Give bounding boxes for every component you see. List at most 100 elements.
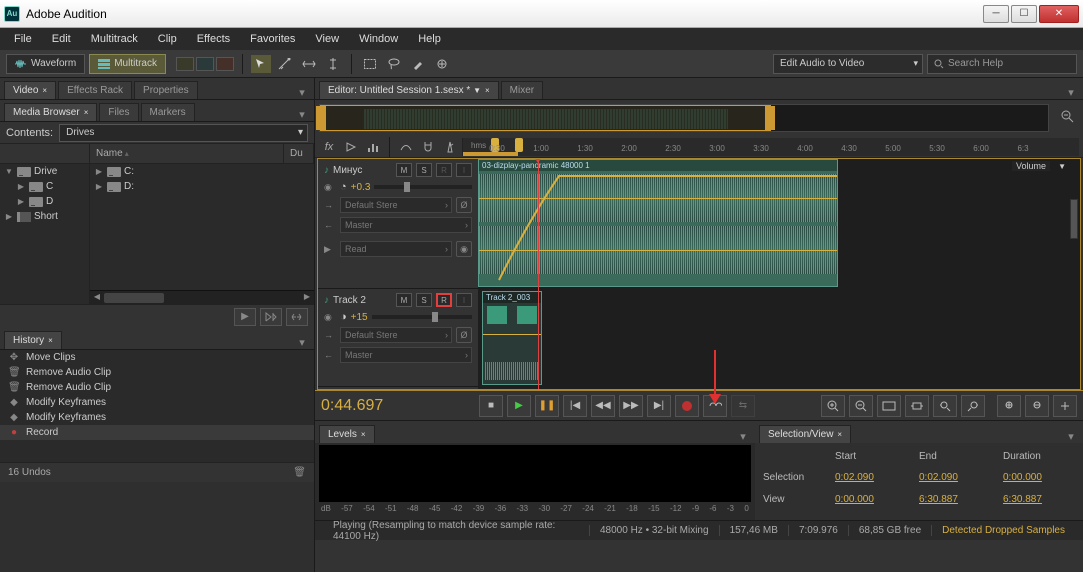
pan-knob-icon[interactable]: ◑	[340, 311, 347, 323]
contents-dropdown[interactable]: Drives	[59, 124, 308, 142]
mute-button[interactable]: M	[396, 163, 412, 177]
selection-end-value[interactable]: 0:02.090	[919, 472, 991, 483]
tree-row-drives[interactable]: ▼Drive	[0, 164, 89, 179]
tab-selection-view[interactable]: Selection/View×	[759, 425, 851, 443]
sends-toggle-icon[interactable]	[341, 138, 361, 156]
preview-play-button[interactable]: ▶	[234, 308, 256, 326]
panel-menu-icon[interactable]: ▾	[294, 336, 310, 349]
metronome-icon[interactable]	[440, 138, 460, 156]
track-input-dropdown[interactable]: Default Stere	[340, 327, 452, 343]
tab-video[interactable]: Video×	[4, 81, 56, 99]
tree-row-c[interactable]: ▶C	[0, 179, 89, 194]
tree-row-d-drive[interactable]: ▶D:	[90, 179, 314, 194]
zoom-in-amplitude-button[interactable]	[997, 395, 1021, 417]
time-ruler[interactable]: hms 0:30 1:00 1:30 2:00 2:30 3:00 3:30 4…	[462, 138, 1079, 156]
scroll-left-icon[interactable]: ◀	[91, 292, 103, 304]
phase-invert-button[interactable]: Ø	[456, 197, 472, 213]
timecode-display[interactable]: 0:44.697	[321, 397, 431, 415]
menu-edit[interactable]: Edit	[44, 31, 79, 47]
tab-properties[interactable]: Properties	[134, 81, 198, 99]
zoom-out-point-button[interactable]	[961, 395, 985, 417]
overview-visible-range[interactable]	[320, 105, 771, 131]
panel-menu-icon[interactable]: ▾	[294, 86, 310, 99]
history-item[interactable]: ◆Modify Keyframes	[0, 410, 314, 425]
track-name[interactable]: Track 2	[333, 295, 392, 306]
mute-button[interactable]: M	[396, 293, 412, 307]
chevron-down-icon[interactable]: ▼	[1058, 162, 1066, 171]
tab-files[interactable]: Files	[99, 103, 138, 121]
menu-help[interactable]: Help	[410, 31, 449, 47]
view-end-value[interactable]: 6:30.887	[919, 494, 991, 505]
zoom-reset-icon[interactable]	[1059, 108, 1077, 126]
scroll-right-icon[interactable]: ▶	[301, 292, 313, 304]
multitrack-mode-button[interactable]: Multitrack	[89, 54, 166, 74]
tab-editor[interactable]: Editor: Untitled Session 1.sesx * ▼×	[319, 81, 499, 99]
status-dropped-warning[interactable]: Detected Dropped Samples	[931, 525, 1075, 536]
panel-menu-icon[interactable]: ▾	[294, 108, 310, 121]
auto-play-button[interactable]	[260, 308, 282, 326]
tab-history[interactable]: History×	[4, 331, 62, 349]
marquee-tool-icon[interactable]	[360, 55, 380, 73]
tab-media-browser[interactable]: Media Browser×	[4, 103, 97, 121]
playhead[interactable]	[538, 159, 539, 389]
history-item-current[interactable]: ●Record	[0, 425, 314, 440]
window-maximize-button[interactable]: ☐	[1011, 5, 1037, 23]
stop-button[interactable]: ■	[479, 395, 503, 417]
window-minimize-button[interactable]: ─	[983, 5, 1009, 23]
view-start-value[interactable]: 0:00.000	[835, 494, 907, 505]
history-item[interactable]: 🗑Remove Audio Clip	[0, 380, 314, 395]
fx-toggle-icon[interactable]: fx	[319, 138, 339, 156]
panel-menu-icon[interactable]: ▾	[1063, 430, 1079, 443]
razor-tool-icon[interactable]	[275, 55, 295, 73]
workspace-swatch-1[interactable]	[176, 57, 194, 71]
slip-tool-icon[interactable]	[299, 55, 319, 73]
go-to-start-button[interactable]: |◀	[563, 395, 587, 417]
selection-duration-value[interactable]: 0:00.000	[1003, 472, 1075, 483]
panel-menu-icon[interactable]: ▾	[1063, 86, 1079, 99]
envelope-icon[interactable]	[396, 138, 416, 156]
loop-preview-button[interactable]	[286, 308, 308, 326]
history-item[interactable]: ✥Move Clips	[0, 350, 314, 365]
audio-clip-1[interactable]: 03-dizplay-panoramic 48000 1	[478, 159, 838, 287]
close-icon[interactable]: ×	[837, 430, 842, 439]
column-name[interactable]: Name▴	[90, 144, 284, 163]
trash-icon[interactable]: 🗑	[293, 467, 306, 478]
tree-row-d[interactable]: ▶D	[0, 194, 89, 209]
pan-knob-icon[interactable]: ◔	[340, 181, 347, 193]
track-input-dropdown[interactable]: Default Stere	[340, 197, 452, 213]
loop-button[interactable]	[703, 395, 727, 417]
track-gain-value[interactable]: +0.3	[351, 182, 371, 193]
spot-heal-tool-icon[interactable]	[432, 55, 452, 73]
track-content-area[interactable]: Volume ▼ 03-dizplay-panoramic 48000 1 Tr…	[478, 159, 1080, 389]
move-tool-icon[interactable]	[251, 55, 271, 73]
view-duration-value[interactable]: 6:30.887	[1003, 494, 1075, 505]
panel-menu-icon[interactable]: ▾	[735, 430, 751, 443]
track-header-1[interactable]: ♪ Минус M S R I ◉ ◔ +0.3 →Default StereØ	[318, 159, 478, 289]
scrollbar-thumb[interactable]	[104, 293, 164, 303]
volume-envelope-label[interactable]: Volume	[1012, 161, 1050, 171]
menu-effects[interactable]: Effects	[189, 31, 238, 47]
arm-record-button[interactable]: R	[436, 163, 452, 177]
tree-row-c-drive[interactable]: ▶C:	[90, 164, 314, 179]
workspace-swatch-2[interactable]	[196, 57, 214, 71]
track-output-dropdown[interactable]: Master	[340, 217, 472, 233]
brush-tool-icon[interactable]	[408, 55, 428, 73]
close-icon[interactable]: ×	[48, 336, 53, 345]
snap-icon[interactable]	[418, 138, 438, 156]
play-button[interactable]: ▶	[507, 395, 531, 417]
record-button[interactable]	[675, 395, 699, 417]
go-to-end-button[interactable]: ▶|	[647, 395, 671, 417]
zoom-out-amplitude-button[interactable]	[1025, 395, 1049, 417]
column-duration[interactable]: Du	[284, 144, 314, 163]
zoom-selection-button[interactable]	[905, 395, 929, 417]
skip-selection-button[interactable]: ⇆	[731, 395, 755, 417]
in-point-marker-icon[interactable]	[515, 138, 523, 152]
zoom-in-point-button[interactable]	[933, 395, 957, 417]
close-icon[interactable]: ×	[42, 86, 47, 95]
waveform-mode-button[interactable]: Waveform	[6, 54, 85, 74]
horizontal-scrollbar[interactable]: ◀ ▶	[90, 290, 314, 304]
monitor-input-button[interactable]: I	[456, 293, 472, 307]
monitor-input-button[interactable]: I	[456, 163, 472, 177]
track-name[interactable]: Минус	[333, 165, 392, 176]
lasso-tool-icon[interactable]	[384, 55, 404, 73]
